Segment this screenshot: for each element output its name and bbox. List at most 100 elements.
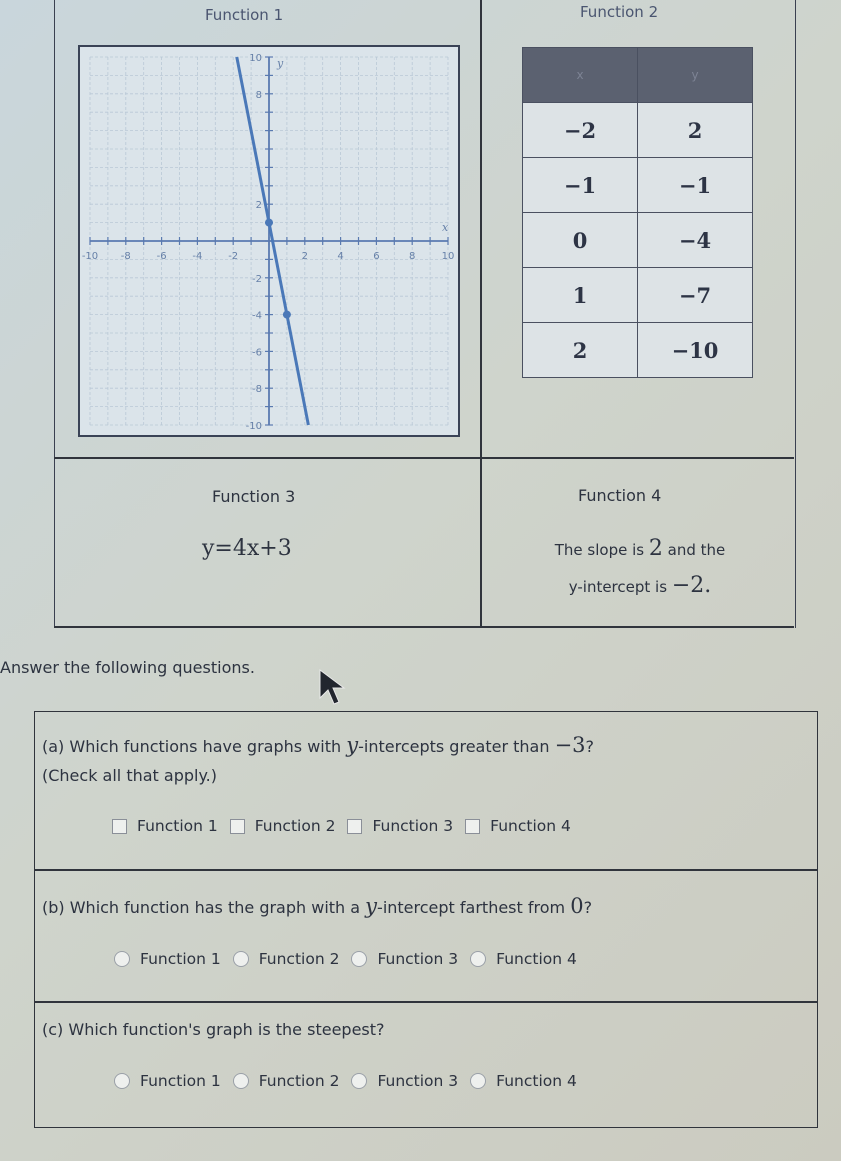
x-tick-label: -4 <box>192 251 202 262</box>
option-c-function-3[interactable]: Function 3 <box>351 1072 458 1090</box>
option-b-function-4[interactable]: Function 4 <box>470 950 577 968</box>
radio-button[interactable] <box>351 951 368 967</box>
option-label: Function 1 <box>137 817 218 835</box>
radio-button[interactable] <box>470 951 487 967</box>
intercept-text: y-intercept is <box>568 578 668 597</box>
option-b-function-3[interactable]: Function 3 <box>351 950 458 968</box>
radio-button[interactable] <box>351 1073 368 1089</box>
table-cell-x: −2 <box>522 102 638 158</box>
slope-value: 2 <box>648 536 663 561</box>
question-c-options: Function 1 Function 2 Function 3 Functio… <box>114 1072 589 1090</box>
option-label: Function 4 <box>490 817 571 835</box>
option-label: Function 4 <box>496 1072 577 1090</box>
x-tick-label: 6 <box>373 251 379 262</box>
question-b-italic-y: y <box>365 894 378 918</box>
function-4-line-2: y-intercept is −2. <box>500 567 780 604</box>
question-b-options: Function 1 Function 2 Function 3 Functio… <box>114 950 589 968</box>
slope-text: The slope is <box>554 541 645 559</box>
table-cell-y: −4 <box>637 212 753 268</box>
question-a-text: (a) Which functions have graphs with y-i… <box>42 733 594 757</box>
intercept-value: −2. <box>671 573 712 599</box>
question-a-value: −3 <box>554 733 586 757</box>
radio-button[interactable] <box>470 1073 487 1089</box>
x-tick-label: -2 <box>228 251 238 262</box>
y-tick-label: 2 <box>256 200 262 211</box>
table-cell-x: 2 <box>522 322 638 378</box>
option-c-function-1[interactable]: Function 1 <box>114 1072 221 1090</box>
option-b-function-2[interactable]: Function 2 <box>232 950 340 968</box>
function-4-line-1: The slope is 2 and the <box>500 530 780 567</box>
function-3-title: Function 3 <box>212 487 296 506</box>
graph-point <box>265 218 273 227</box>
question-a-instruction: (Check all that apply.) <box>42 766 217 785</box>
x-tick-label: -10 <box>82 251 98 262</box>
checkbox[interactable] <box>112 818 127 834</box>
option-c-function-2[interactable]: Function 2 <box>232 1072 339 1090</box>
table-row: 2 −10 <box>522 322 753 378</box>
x-tick-label: 4 <box>337 251 343 262</box>
x-axis-label: x <box>442 221 449 234</box>
option-label: Function 1 <box>140 950 221 968</box>
function-4-title: Function 4 <box>578 486 662 505</box>
graph-canvas: -10 -8 -6 -4 -2 2 4 6 8 10 10 8 2 -2 -4 -6 -8 -10 x y <box>82 53 455 432</box>
option-label: Function 4 <box>496 950 577 968</box>
radio-button[interactable] <box>232 951 249 967</box>
table-row: 0 −4 <box>522 212 753 268</box>
y-tick-label: 8 <box>256 90 262 101</box>
checkbox[interactable] <box>465 818 481 834</box>
checkbox[interactable] <box>229 818 245 834</box>
option-label: Function 2 <box>258 950 340 968</box>
question-b-end: ? <box>583 898 593 917</box>
option-a-function-1[interactable]: Function 1 <box>112 817 218 835</box>
option-c-function-4[interactable]: Function 4 <box>470 1072 577 1090</box>
x-tick-label: 8 <box>409 251 415 262</box>
graph-point <box>282 310 291 319</box>
table-header-x: x <box>522 47 638 103</box>
question-a-suffix: -intercepts greater than <box>358 737 550 756</box>
function-4-description: The slope is 2 and the y-intercept is −2… <box>500 530 780 605</box>
question-divider-2 <box>34 1001 818 1003</box>
function-1-graph: -10 -8 -6 -4 -2 2 4 6 8 10 10 8 2 -2 -4 -6 -8 -10 x y <box>78 45 460 437</box>
and-text: and the <box>667 541 726 559</box>
option-label: Function 3 <box>372 817 454 835</box>
table-row: −1 −1 <box>522 157 753 213</box>
x-tick-label: -6 <box>157 251 167 262</box>
instructions: Answer the following questions. <box>0 658 255 677</box>
question-b-value: 0 <box>570 894 584 918</box>
x-tick-label: 10 <box>442 251 455 262</box>
table-cell-y: −1 <box>637 157 753 213</box>
option-a-function-3[interactable]: Function 3 <box>347 817 453 835</box>
question-c-text: (c) Which function's graph is the steepe… <box>42 1020 385 1039</box>
function-3-equation: y=4x+3 <box>202 536 292 561</box>
grid-bottom-border <box>54 626 794 628</box>
y-tick-label: -10 <box>246 421 262 432</box>
option-b-function-1[interactable]: Function 1 <box>114 950 221 968</box>
checkbox[interactable] <box>347 818 363 834</box>
radio-button[interactable] <box>114 1073 130 1089</box>
option-a-function-4[interactable]: Function 4 <box>465 817 571 835</box>
table-header-row: x y <box>522 47 753 103</box>
table-header-y: y <box>637 47 753 103</box>
question-b-prefix: (b) Which function has the graph with a <box>42 898 361 917</box>
table-cell-y: 2 <box>637 102 753 158</box>
question-divider-1 <box>34 869 818 871</box>
grid-divider-vertical <box>480 0 482 628</box>
option-label: Function 3 <box>377 1072 459 1090</box>
radio-button[interactable] <box>232 1073 249 1089</box>
question-a-prefix: (a) Which functions have graphs with <box>42 737 342 756</box>
table-cell-x: 1 <box>522 267 638 323</box>
function-2-table: x y −2 2 −1 −1 0 −4 1 −7 2 −10 <box>522 47 753 378</box>
question-a-options: Function 1 Function 2 Function 3 Functio… <box>112 817 583 835</box>
radio-button[interactable] <box>114 951 130 967</box>
table-cell-y: −7 <box>637 267 753 323</box>
option-label: Function 2 <box>254 817 336 835</box>
question-b-text: (b) Which function has the graph with a … <box>42 894 592 918</box>
y-tick-label: -6 <box>252 347 262 358</box>
y-tick-label: 10 <box>249 53 262 64</box>
option-label: Function 3 <box>377 950 459 968</box>
table-row: 1 −7 <box>522 267 753 323</box>
grid-divider-horizontal <box>54 457 794 459</box>
function-1-title: Function 1 <box>205 6 284 24</box>
option-a-function-2[interactable]: Function 2 <box>229 817 336 835</box>
y-tick-label: -2 <box>252 274 262 285</box>
